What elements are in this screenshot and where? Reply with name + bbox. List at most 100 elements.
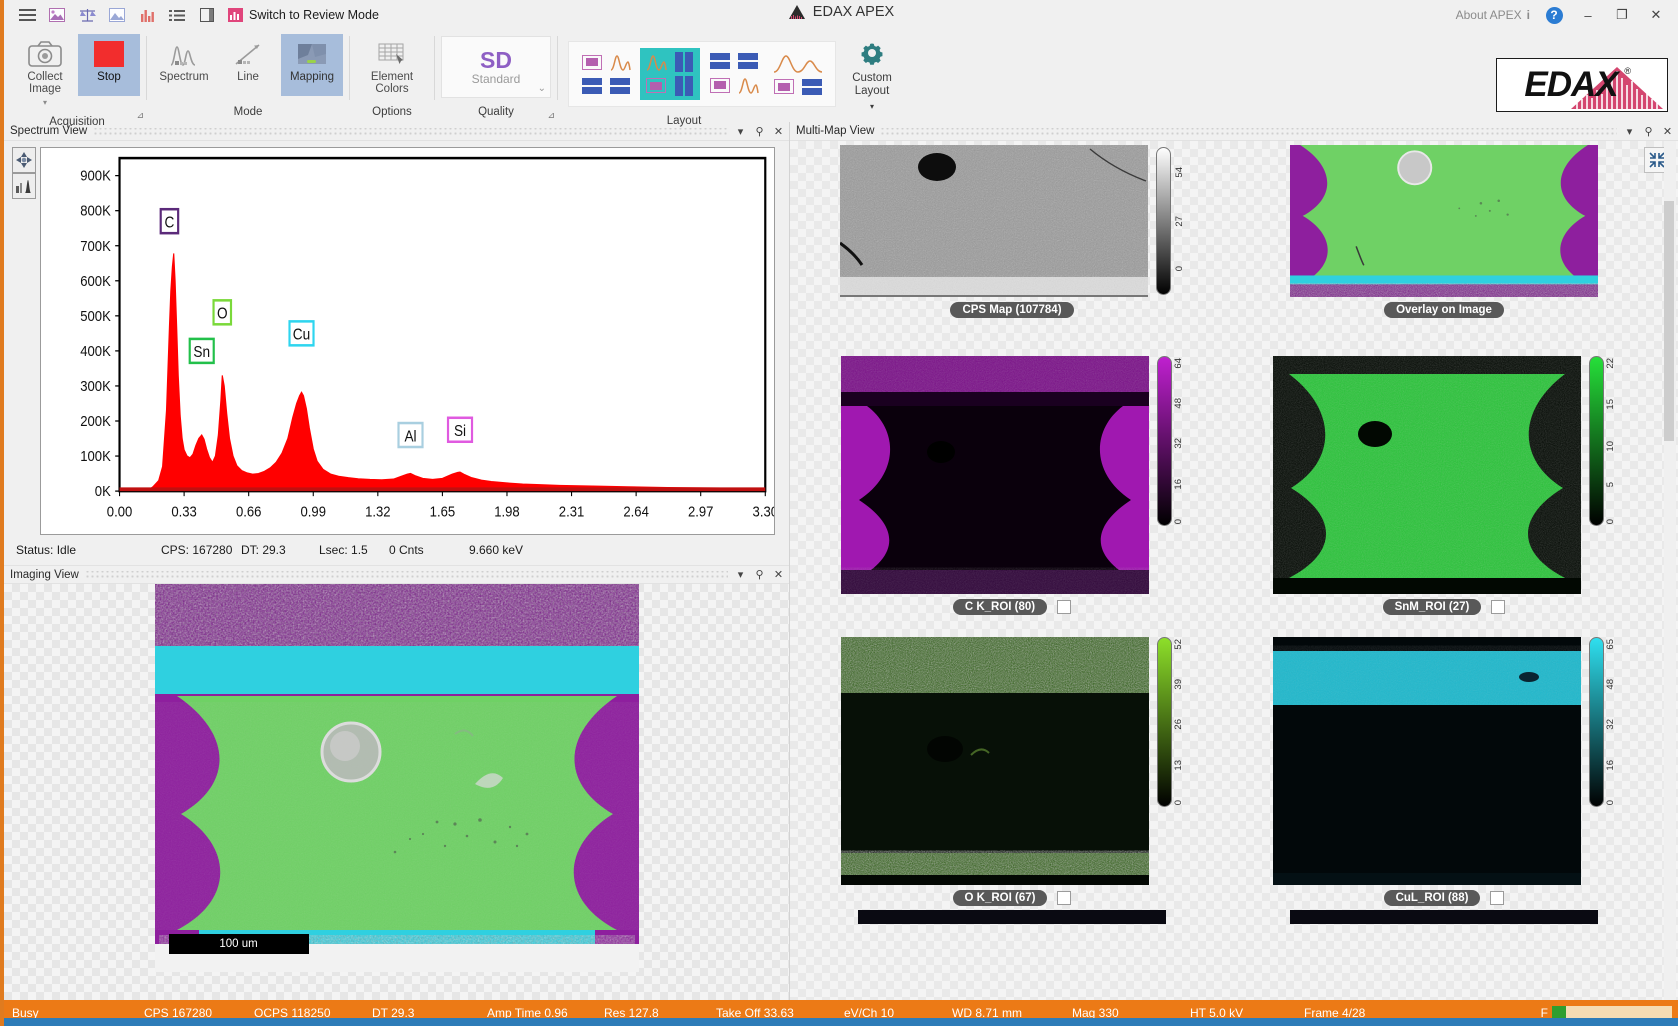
imaging-close-button[interactable]: ✕ [772, 568, 785, 581]
multimap-pin-button[interactable]: ⚲ [1642, 125, 1655, 138]
cul-tick-2: 32 [1606, 719, 1615, 730]
quality-dialog-launcher[interactable]: ⊿ [547, 110, 555, 121]
cu-l-roi-checkbox[interactable] [1490, 891, 1504, 905]
spectrum-plot: 0K100K200K300K400K500K600K700K800K900K0.… [41, 148, 774, 534]
review-mode-icon [228, 8, 243, 22]
next-map-partial-right[interactable] [1290, 910, 1598, 924]
chevron-down-icon-quality[interactable]: ⌄ [538, 83, 546, 94]
multimap-close-button[interactable]: ✕ [1661, 125, 1674, 138]
edax-triangle-icon [788, 4, 806, 20]
c-k-roi-map[interactable] [841, 356, 1149, 594]
imaging-canvas[interactable]: 100 um [4, 584, 789, 1000]
minimize-button[interactable]: – [1572, 2, 1604, 28]
o-k-roi-colorbar-group: 52 39 26 13 0 [1157, 637, 1183, 807]
picture-icon[interactable] [102, 2, 132, 28]
ok-tick-2: 26 [1174, 719, 1183, 730]
autoscale-icon[interactable] [12, 147, 36, 173]
o-k-roi-label[interactable]: O K_ROI (67) [953, 890, 1048, 906]
multimap-grid: 54 27 0 CPS Map (107784) [790, 141, 1678, 928]
layout-option-3[interactable] [704, 48, 764, 100]
spectrum-button[interactable]: Spectrum [153, 34, 215, 96]
panel-icon[interactable] [192, 2, 222, 28]
imaging-dropdown-button[interactable]: ▾ [734, 568, 747, 581]
c-k-roi-label[interactable]: C K_ROI (80) [953, 599, 1047, 615]
cps-map-label[interactable]: CPS Map (107784) [950, 302, 1073, 318]
close-button[interactable]: ✕ [1640, 2, 1672, 28]
sn-m-roi-checkbox[interactable] [1491, 600, 1505, 614]
registered-mark: ® [1624, 66, 1631, 76]
overlay-map-image [1290, 145, 1598, 297]
line-label: Line [237, 71, 259, 83]
cps-map-colorbar [1156, 147, 1171, 295]
spectrum-status-state: Status: Idle [16, 543, 161, 557]
cu-l-roi-label-row: CuL_ROI (88) [1384, 890, 1505, 906]
taskbar-strip [4, 1018, 1678, 1026]
review-mode-label: Switch to Review Mode [249, 8, 379, 22]
c-k-roi-colorbar-group: 64 48 32 16 0 [1157, 356, 1183, 526]
layout-option-2[interactable] [640, 48, 700, 100]
help-button[interactable]: ? [1538, 2, 1570, 28]
spectrum-label: Spectrum [159, 71, 208, 83]
list-icon[interactable] [162, 2, 192, 28]
svg-text:1.32: 1.32 [365, 502, 391, 519]
cu-l-roi-colorbar [1589, 637, 1604, 807]
layout-option-4[interactable] [768, 48, 828, 100]
imaging-pin-button[interactable]: ⚲ [753, 568, 766, 581]
svg-text:Al: Al [404, 428, 416, 445]
svg-text:500K: 500K [80, 307, 111, 324]
overlay-map-label[interactable]: Overlay on Image [1384, 302, 1504, 318]
overlay-map[interactable] [1290, 145, 1598, 297]
cps-map[interactable] [840, 145, 1148, 297]
cps-map-colorbar-ticks [1156, 145, 1171, 297]
spectrum-status-dt: DT: 29.3 [241, 543, 319, 557]
multimap-dropdown-button[interactable]: ▾ [1623, 125, 1636, 138]
multimap-scroll-area[interactable]: 54 27 0 CPS Map (107784) [790, 141, 1678, 1000]
imaging-view-title: Imaging View [10, 569, 79, 581]
o-k-roi-checkbox[interactable] [1057, 891, 1071, 905]
sn-m-roi-colorbar-group: 22 15 10 5 0 [1589, 356, 1615, 526]
sn-m-roi-map[interactable] [1273, 356, 1581, 594]
switch-to-review-mode-button[interactable]: Switch to Review Mode [228, 8, 379, 22]
multimap-scrollbar-thumb[interactable] [1664, 201, 1674, 441]
snm-tick-1: 15 [1606, 399, 1615, 410]
specimen-image[interactable]: 100 um [155, 584, 639, 972]
restore-button[interactable]: ❐ [1606, 2, 1638, 28]
peak-id-icon[interactable] [12, 173, 36, 199]
next-map-partial-left[interactable] [858, 910, 1166, 924]
collect-image-button[interactable]: Collect Image ▾ [14, 34, 76, 114]
multimap-scrollbar[interactable] [1664, 141, 1676, 1000]
overlay-map-label-row: Overlay on Image [1384, 302, 1504, 318]
cu-l-roi-map[interactable] [1273, 637, 1581, 885]
balance-icon[interactable] [72, 2, 102, 28]
acquisition-dialog-launcher[interactable]: ⊿ [136, 110, 144, 121]
chevron-down-icon[interactable]: ▾ [43, 97, 47, 109]
ribbon-group-label-options: Options [356, 104, 428, 122]
ribbon-group-options: Element Colors Options [350, 30, 434, 122]
o-k-roi-map[interactable] [841, 637, 1149, 885]
sn-m-roi-label[interactable]: SnM_ROI (27) [1383, 599, 1482, 615]
ck-tick-3: 16 [1174, 479, 1183, 490]
bar-chart-icon[interactable] [132, 2, 162, 28]
spectrum-chart[interactable]: 0K100K200K300K400K500K600K700K800K900K0.… [40, 147, 775, 535]
image-icon[interactable] [42, 2, 72, 28]
svg-text:600K: 600K [80, 272, 111, 289]
svg-text:O: O [217, 306, 228, 323]
cu-l-roi-label[interactable]: CuL_ROI (88) [1384, 890, 1481, 906]
c-k-roi-checkbox[interactable] [1057, 600, 1071, 614]
layout-option-1[interactable] [576, 48, 636, 100]
cul-tick-4: 0 [1606, 800, 1615, 805]
imaging-view-header: Imaging View ▾ ⚲ ✕ [4, 565, 789, 584]
svg-text:C: C [165, 215, 175, 232]
quality-standard-button[interactable]: SD Standard ⌄ [441, 36, 551, 98]
line-button[interactable]: Line [217, 34, 279, 96]
hamburger-icon[interactable] [12, 2, 42, 28]
stop-button[interactable]: Stop [78, 34, 140, 96]
element-colors-button[interactable]: Element Colors [356, 34, 428, 100]
custom-layout-button[interactable]: Custom Layout ▾ [838, 34, 906, 113]
svg-text:400K: 400K [80, 342, 111, 359]
chevron-down-icon-layout[interactable]: ▾ [870, 100, 874, 113]
element-colors-icon [375, 39, 409, 69]
multimap-view-title: Multi-Map View [796, 125, 874, 137]
mapping-button[interactable]: Mapping [281, 34, 343, 96]
about-apex-button[interactable]: About APEX i [1456, 8, 1530, 22]
